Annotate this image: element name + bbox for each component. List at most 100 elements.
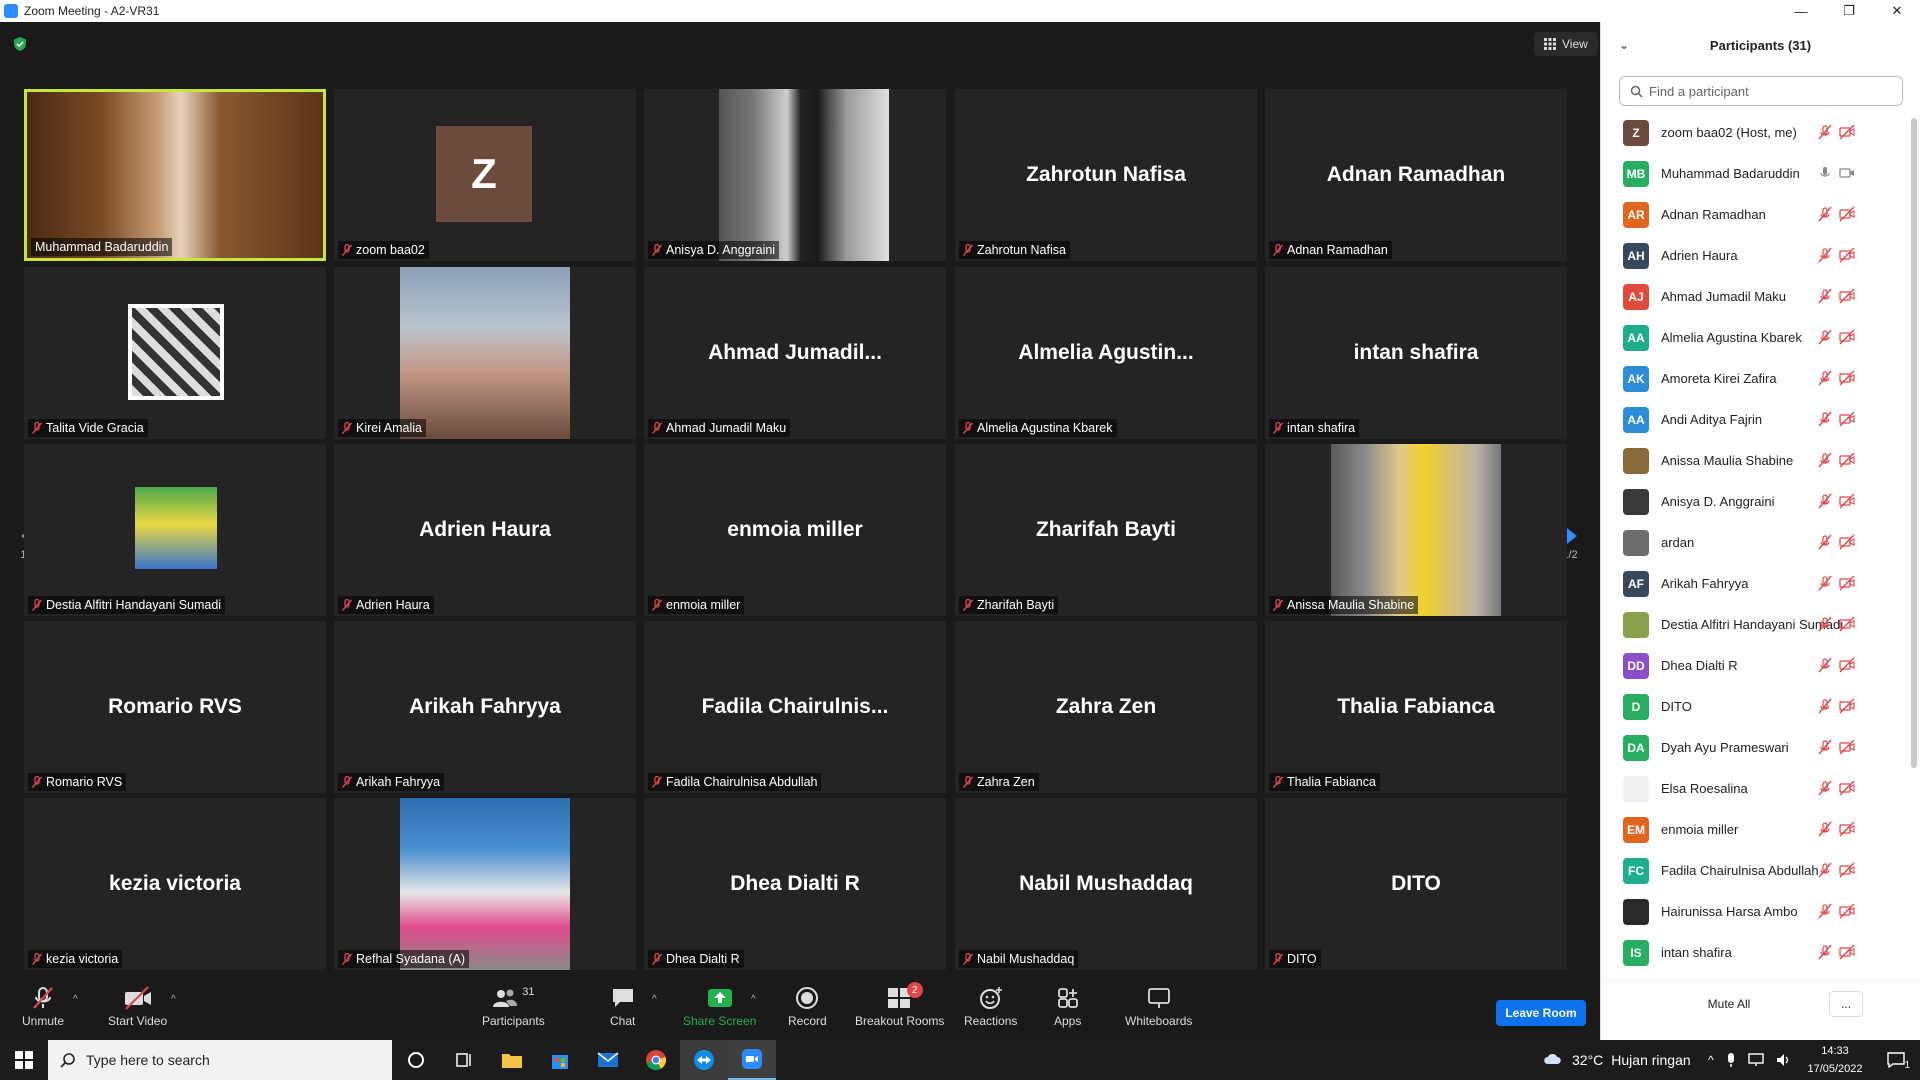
video-off-icon[interactable] xyxy=(1839,657,1855,673)
task-view-button[interactable] xyxy=(440,1040,488,1080)
participant-tile[interactable]: Adnan Ramadhan Adnan Ramadhan xyxy=(1265,89,1567,261)
participant-tile[interactable]: Nabil Mushaddaq Nabil Mushaddaq xyxy=(955,798,1257,970)
video-off-icon[interactable] xyxy=(1839,288,1855,304)
participant-tile[interactable]: Arikah Fahryya Arikah Fahryya xyxy=(334,621,636,793)
microphone-muted-icon[interactable] xyxy=(1817,821,1833,837)
microphone-muted-icon[interactable] xyxy=(1817,698,1833,714)
participant-tile[interactable]: Fadila Chairulnis... Fadila Chairulnisa A… xyxy=(644,621,946,793)
participant-tile[interactable]: intan shafira intan shafira xyxy=(1265,267,1567,439)
participant-tile[interactable]: Refhal Syadana (A) xyxy=(334,798,636,970)
video-icon[interactable] xyxy=(1839,165,1855,181)
video-off-icon[interactable] xyxy=(1839,739,1855,755)
participant-tile[interactable]: Zahra Zen Zahra Zen xyxy=(955,621,1257,793)
microphone-muted-icon[interactable] xyxy=(1817,944,1833,960)
view-button[interactable]: View xyxy=(1534,32,1598,56)
whiteboards-button[interactable]: Whiteboards xyxy=(1125,984,1192,1028)
chrome-button[interactable] xyxy=(632,1040,680,1080)
video-off-icon[interactable] xyxy=(1839,903,1855,919)
video-off-icon[interactable] xyxy=(1839,698,1855,714)
video-off-icon[interactable] xyxy=(1839,411,1855,427)
participant-row[interactable]: Elsa Roesalina xyxy=(1601,768,1911,809)
microphone-muted-icon[interactable] xyxy=(1817,862,1833,878)
video-off-icon[interactable] xyxy=(1839,862,1855,878)
microphone-muted-icon[interactable] xyxy=(1817,493,1833,509)
unmute-button[interactable]: Unmute xyxy=(22,984,64,1028)
participant-row[interactable]: AA Almelia Agustina Kbarek xyxy=(1601,317,1911,358)
participant-row[interactable]: Anissa Maulia Shabine xyxy=(1601,440,1911,481)
participant-row[interactable]: Anisya D. Anggraini xyxy=(1601,481,1911,522)
teamviewer-button[interactable] xyxy=(680,1040,728,1080)
participant-tile[interactable]: Adrien Haura Adrien Haura xyxy=(334,444,636,616)
video-off-icon[interactable] xyxy=(1839,452,1855,468)
microphone-muted-icon[interactable] xyxy=(1817,452,1833,468)
microphone-muted-icon[interactable] xyxy=(1817,903,1833,919)
leave-room-button[interactable]: Leave Room xyxy=(1496,1000,1586,1026)
collapse-chevron-icon[interactable]: ⌄ xyxy=(1619,38,1629,52)
participant-tile[interactable]: Dhea Dialti R Dhea Dialti R xyxy=(644,798,946,970)
video-off-icon[interactable] xyxy=(1839,124,1855,140)
participant-row[interactable]: EM enmoia miller xyxy=(1601,809,1911,850)
microphone-muted-icon[interactable] xyxy=(1817,411,1833,427)
participant-row[interactable]: IS intan shafira xyxy=(1601,932,1911,973)
apps-button[interactable]: Apps xyxy=(1054,984,1081,1028)
record-button[interactable]: Record xyxy=(788,984,827,1028)
participant-tile[interactable]: DITO DITO xyxy=(1265,798,1567,970)
audio-options-caret[interactable]: ^ xyxy=(73,994,78,1005)
participant-row[interactable]: AK Amoreta Kirei Zafira xyxy=(1601,358,1911,399)
taskbar-search-input[interactable]: Type here to search xyxy=(48,1040,392,1080)
mute-all-button[interactable]: Mute All xyxy=(1679,991,1779,1017)
start-video-button[interactable]: Start Video xyxy=(108,984,167,1028)
microphone-muted-icon[interactable] xyxy=(1817,657,1833,673)
zoom-taskbar-button[interactable] xyxy=(728,1040,776,1080)
file-explorer-button[interactable] xyxy=(488,1040,536,1080)
video-off-icon[interactable] xyxy=(1839,493,1855,509)
participant-tile[interactable]: Zharifah Bayti Zharifah Bayti xyxy=(955,444,1257,616)
participant-row[interactable]: Destia Alfitri Handayani Sumadi xyxy=(1601,604,1911,645)
video-options-caret[interactable]: ^ xyxy=(171,994,176,1005)
participant-tile[interactable]: enmoia miller enmoia miller xyxy=(644,444,946,616)
microphone-muted-icon[interactable] xyxy=(1817,124,1833,140)
video-off-icon[interactable] xyxy=(1839,575,1855,591)
participant-tile[interactable]: Romario RVS Romario RVS xyxy=(24,621,326,793)
participant-row[interactable]: AH Adrien Haura xyxy=(1601,235,1911,276)
participant-tile[interactable]: Kirei Amalia xyxy=(334,267,636,439)
participant-row[interactable]: D DITO xyxy=(1601,686,1911,727)
participant-row[interactable]: AF Arikah Fahryya xyxy=(1601,563,1911,604)
find-participant-input[interactable]: Find a participant xyxy=(1619,76,1903,106)
participant-tile[interactable]: Zahrotun Nafisa Zahrotun Nafisa xyxy=(955,89,1257,261)
share-screen-button[interactable]: Share Screen xyxy=(683,984,756,1028)
microphone-muted-icon[interactable] xyxy=(1817,780,1833,796)
video-off-icon[interactable] xyxy=(1839,206,1855,222)
more-options-button[interactable]: ... xyxy=(1829,991,1863,1017)
breakout-rooms-button[interactable]: 2 Breakout Rooms xyxy=(855,982,944,1028)
participant-tile[interactable]: Destia Alfitri Handayani Sumadi xyxy=(24,444,326,616)
microphone-muted-icon[interactable] xyxy=(1817,739,1833,755)
participant-tile[interactable]: Zzoom baa02 xyxy=(334,89,636,261)
video-off-icon[interactable] xyxy=(1839,247,1855,263)
participant-tile[interactable]: Almelia Agustin... Almelia Agustina Kbare… xyxy=(955,267,1257,439)
participant-tile[interactable]: Muhammad Badaruddin xyxy=(24,89,326,261)
participants-button[interactable]: 31 Participants xyxy=(482,984,545,1028)
participant-row[interactable]: MB Muhammad Badaruddin xyxy=(1601,153,1911,194)
participant-tile[interactable]: Talita Vide Gracia xyxy=(24,267,326,439)
minimize-button[interactable]: — xyxy=(1778,0,1824,22)
participant-tile[interactable]: Ahmad Jumadil... Ahmad Jumadil Maku xyxy=(644,267,946,439)
participant-tile[interactable]: Anissa Maulia Shabine xyxy=(1265,444,1567,616)
share-options-caret[interactable]: ^ xyxy=(751,994,756,1005)
reactions-button[interactable]: Reactions xyxy=(964,984,1017,1028)
restore-button[interactable]: ❐ xyxy=(1826,0,1872,22)
network-icon[interactable] xyxy=(1747,1053,1764,1067)
video-off-icon[interactable] xyxy=(1839,329,1855,345)
volume-icon[interactable] xyxy=(1776,1053,1792,1067)
video-off-icon[interactable] xyxy=(1839,616,1855,632)
notifications-button[interactable]: 1 xyxy=(1872,1040,1920,1080)
participant-row[interactable]: AR Adnan Ramadhan xyxy=(1601,194,1911,235)
participant-row[interactable]: DD Dhea Dialti R xyxy=(1601,645,1911,686)
tray-overflow-icon[interactable]: ^ xyxy=(1708,1053,1714,1067)
participant-tile[interactable]: Anisya D. Anggraini xyxy=(644,89,946,261)
mail-button[interactable] xyxy=(584,1040,632,1080)
participant-row[interactable]: AA Andi Aditya Fajrin xyxy=(1601,399,1911,440)
microphone-muted-icon[interactable] xyxy=(1817,247,1833,263)
store-button[interactable] xyxy=(536,1040,584,1080)
participant-row[interactable]: AJ Ahmad Jumadil Maku xyxy=(1601,276,1911,317)
